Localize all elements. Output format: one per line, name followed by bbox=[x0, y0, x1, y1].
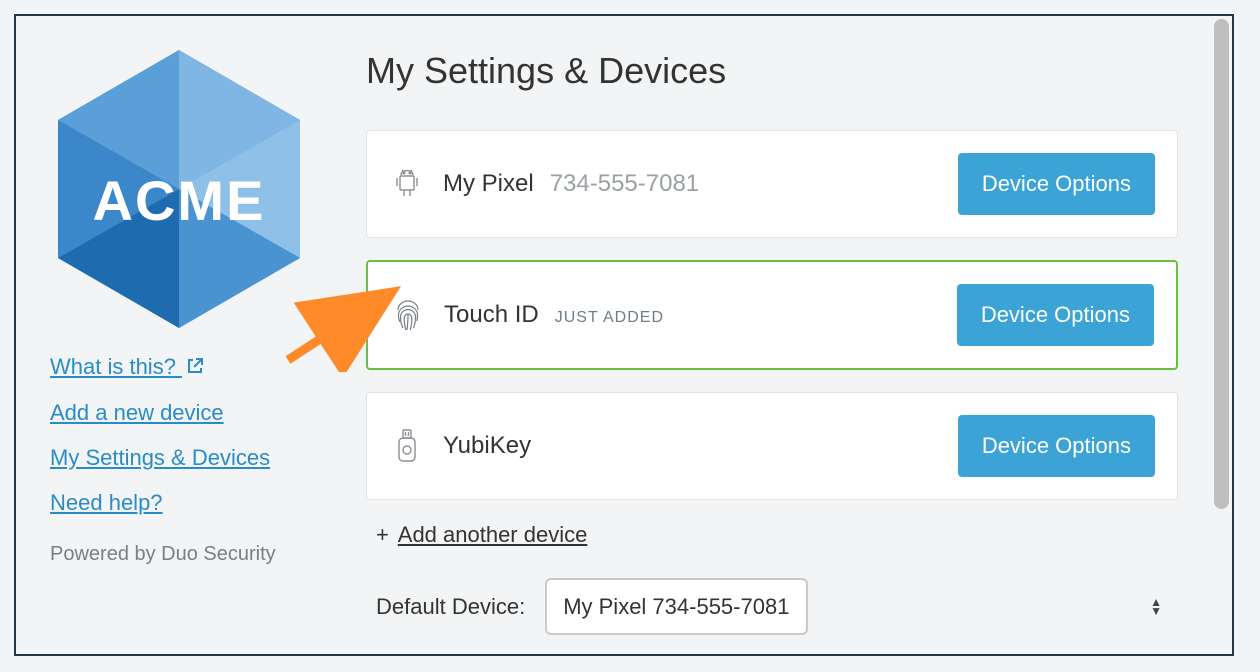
usb-key-icon bbox=[389, 428, 425, 464]
device-options-button[interactable]: Device Options bbox=[957, 284, 1154, 346]
device-info: My Pixel 734-555-7081 bbox=[425, 170, 958, 198]
link-what-is-this[interactable]: What is this? bbox=[50, 350, 350, 384]
device-info: YubiKey bbox=[425, 432, 958, 460]
sidebar-links: What is this? Add a new device My Settin… bbox=[50, 350, 350, 519]
default-device-select[interactable]: My Pixel 734-555-7081 bbox=[545, 578, 808, 635]
powered-by-text: Powered by Duo Security bbox=[50, 543, 350, 566]
device-card-yubikey: YubiKey Device Options bbox=[366, 392, 1178, 500]
default-device-row: Default Device: My Pixel 734-555-7081 ▲▼ bbox=[376, 578, 1178, 635]
fingerprint-icon bbox=[390, 298, 426, 332]
link-my-settings[interactable]: My Settings & Devices bbox=[50, 441, 350, 474]
add-another-device[interactable]: + Add another device bbox=[376, 522, 1178, 548]
link-add-device[interactable]: Add a new device bbox=[50, 396, 350, 429]
link-label: What is this? bbox=[50, 354, 176, 379]
default-device-select-wrap: My Pixel 734-555-7081 ▲▼ bbox=[545, 578, 1178, 635]
device-name: Touch ID bbox=[444, 301, 539, 329]
page-title: My Settings & Devices bbox=[366, 50, 1178, 92]
device-options-button[interactable]: Device Options bbox=[958, 415, 1155, 477]
plus-icon: + bbox=[376, 522, 389, 547]
device-phone: 734-555-7081 bbox=[550, 170, 699, 198]
settings-frame: ACME What is this? Add a new device My S… bbox=[14, 14, 1234, 656]
brand-name: ACME bbox=[50, 168, 308, 233]
link-need-help[interactable]: Need help? bbox=[50, 486, 350, 519]
main-content: My Settings & Devices My Pixel 734-555-7… bbox=[350, 44, 1214, 654]
sidebar: ACME What is this? Add a new device My S… bbox=[50, 44, 350, 654]
device-card-touchid: Touch ID JUST ADDED Device Options bbox=[366, 260, 1178, 370]
device-card-pixel: My Pixel 734-555-7081 Device Options bbox=[366, 130, 1178, 238]
default-device-label: Default Device: bbox=[376, 594, 525, 620]
android-icon bbox=[389, 169, 425, 199]
select-arrows-icon: ▲▼ bbox=[1150, 598, 1162, 616]
just-added-badge: JUST ADDED bbox=[555, 309, 664, 327]
scrollbar[interactable] bbox=[1214, 19, 1229, 509]
brand-logo: ACME bbox=[50, 44, 308, 334]
device-options-button[interactable]: Device Options bbox=[958, 153, 1155, 215]
device-name: My Pixel bbox=[443, 170, 534, 198]
device-info: Touch ID JUST ADDED bbox=[426, 301, 957, 329]
add-another-label: Add another device bbox=[398, 522, 588, 547]
external-link-icon bbox=[186, 351, 204, 384]
device-name: YubiKey bbox=[443, 432, 531, 460]
